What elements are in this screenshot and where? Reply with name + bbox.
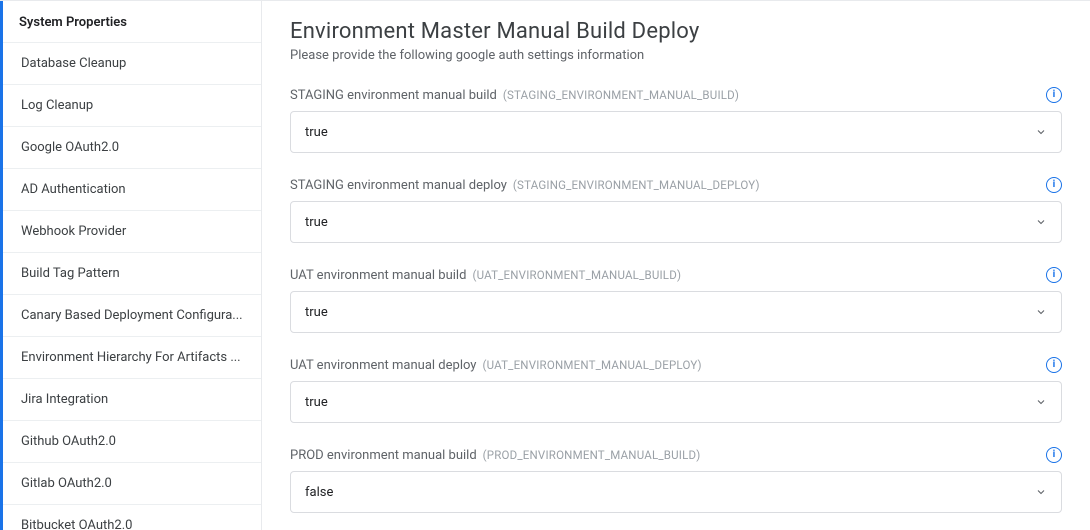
info-icon[interactable]: i: [1046, 87, 1062, 103]
select-staging-build[interactable]: true: [290, 111, 1062, 153]
field-label: UAT environment manual deploy: [290, 358, 476, 373]
sidebar-list: Database Cleanup Log Cleanup Google OAut…: [3, 42, 261, 530]
select-value: true: [305, 125, 328, 140]
sidebar-header: System Properties: [3, 1, 261, 42]
field-uat-deploy: UAT environment manual deploy (UAT_ENVIR…: [290, 357, 1062, 423]
field-label-row: STAGING environment manual deploy (STAGI…: [290, 177, 1062, 193]
sidebar-item-github-oauth[interactable]: Github OAuth2.0: [3, 420, 261, 462]
chevron-down-icon: [1035, 126, 1047, 138]
field-label: STAGING environment manual deploy: [290, 178, 507, 193]
page-title: Environment Master Manual Build Deploy: [290, 19, 1062, 44]
chevron-down-icon: [1035, 216, 1047, 228]
select-value: false: [305, 485, 333, 500]
field-label: STAGING environment manual build: [290, 88, 497, 103]
select-value: true: [305, 305, 328, 320]
sidebar-item-database-cleanup[interactable]: Database Cleanup: [3, 42, 261, 84]
chevron-down-icon: [1035, 396, 1047, 408]
field-key: (UAT_ENVIRONMENT_MANUAL_DEPLOY): [482, 358, 701, 372]
info-icon[interactable]: i: [1046, 267, 1062, 283]
sidebar-item-env-hierarchy-artifacts[interactable]: Environment Hierarchy For Artifacts ...: [3, 336, 261, 378]
app-shell: System Properties Database Cleanup Log C…: [0, 0, 1090, 530]
chevron-down-icon: [1035, 306, 1047, 318]
select-prod-build[interactable]: false: [290, 471, 1062, 513]
sidebar-item-webhook-provider[interactable]: Webhook Provider: [3, 210, 261, 252]
page-subtitle: Please provide the following google auth…: [290, 48, 1062, 63]
info-icon[interactable]: i: [1046, 177, 1062, 193]
field-key: (STAGING_ENVIRONMENT_MANUAL_DEPLOY): [513, 178, 760, 192]
sidebar-item-ad-authentication[interactable]: AD Authentication: [3, 168, 261, 210]
field-staging-deploy: STAGING environment manual deploy (STAGI…: [290, 177, 1062, 243]
field-label: UAT environment manual build: [290, 268, 466, 283]
sidebar-item-canary-deploy-config[interactable]: Canary Based Deployment Configura...: [3, 294, 261, 336]
field-label-row: UAT environment manual deploy (UAT_ENVIR…: [290, 357, 1062, 373]
field-label-row: UAT environment manual build (UAT_ENVIRO…: [290, 267, 1062, 283]
sidebar-item-log-cleanup[interactable]: Log Cleanup: [3, 84, 261, 126]
sidebar-item-gitlab-oauth[interactable]: Gitlab OAuth2.0: [3, 462, 261, 504]
info-icon[interactable]: i: [1046, 357, 1062, 373]
field-label-row: PROD environment manual build (PROD_ENVI…: [290, 447, 1062, 463]
select-value: true: [305, 215, 328, 230]
sidebar: System Properties Database Cleanup Log C…: [0, 1, 262, 530]
sidebar-item-build-tag-pattern[interactable]: Build Tag Pattern: [3, 252, 261, 294]
field-staging-build: STAGING environment manual build (STAGIN…: [290, 87, 1062, 153]
main-panel: Environment Master Manual Build Deploy P…: [262, 1, 1090, 530]
select-staging-deploy[interactable]: true: [290, 201, 1062, 243]
select-uat-build[interactable]: true: [290, 291, 1062, 333]
select-value: true: [305, 395, 328, 410]
chevron-down-icon: [1035, 486, 1047, 498]
field-key: (STAGING_ENVIRONMENT_MANUAL_BUILD): [503, 88, 739, 102]
sidebar-item-jira-integration[interactable]: Jira Integration: [3, 378, 261, 420]
scrollbar[interactable]: [1084, 7, 1090, 524]
field-label: PROD environment manual build: [290, 448, 477, 463]
info-icon[interactable]: i: [1046, 447, 1062, 463]
field-prod-build: PROD environment manual build (PROD_ENVI…: [290, 447, 1062, 513]
sidebar-item-bitbucket-oauth[interactable]: Bitbucket OAuth2.0: [3, 504, 261, 530]
sidebar-item-google-oauth[interactable]: Google OAuth2.0: [3, 126, 261, 168]
select-uat-deploy[interactable]: true: [290, 381, 1062, 423]
field-uat-build: UAT environment manual build (UAT_ENVIRO…: [290, 267, 1062, 333]
field-key: (PROD_ENVIRONMENT_MANUAL_BUILD): [483, 448, 701, 462]
field-label-row: STAGING environment manual build (STAGIN…: [290, 87, 1062, 103]
field-key: (UAT_ENVIRONMENT_MANUAL_BUILD): [472, 268, 681, 282]
